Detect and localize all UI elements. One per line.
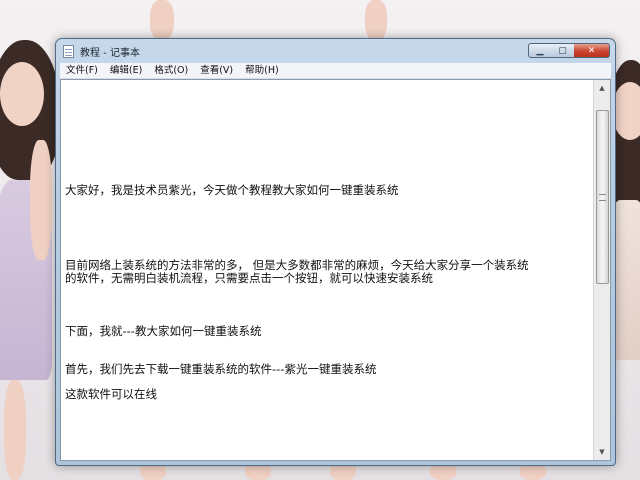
vertical-scrollbar[interactable]: ▲ ▼ xyxy=(593,80,610,460)
menu-file[interactable]: 文件(F) xyxy=(60,63,104,78)
maximize-button[interactable]: ▢ xyxy=(551,43,575,58)
text-line-3: 的软件，无需明白装机流程，只需要点击一个按钮，就可以快速安装系统 xyxy=(65,271,433,285)
wallpaper-figure-left-arm xyxy=(30,140,52,260)
scroll-thumb[interactable] xyxy=(596,110,609,284)
menu-help[interactable]: 帮助(H) xyxy=(239,63,285,78)
wallpaper-figure-left-leg xyxy=(4,380,26,480)
window-title: 教程 - 记事本 xyxy=(80,48,140,59)
menu-edit[interactable]: 编辑(E) xyxy=(104,63,148,78)
scroll-up-arrow[interactable]: ▲ xyxy=(594,80,610,96)
close-icon: ✕ xyxy=(587,45,596,56)
text-line-1: 大家好，我是技术员紫光，今天做个教程教大家如何一键重装系统 xyxy=(65,183,399,197)
wallpaper-figure-right-face xyxy=(612,82,640,140)
text-area[interactable]: 大家好，我是技术员紫光，今天做个教程教大家如何一键重装系统 目前网络上装系统的方… xyxy=(61,80,594,460)
menu-view[interactable]: 查看(V) xyxy=(194,63,239,78)
scroll-down-arrow[interactable]: ▼ xyxy=(594,444,610,460)
notepad-window: 教程 - 记事本 ▁ ▢ ✕ 文件(F) 编辑(E) 格式(O) 查看(V) 帮… xyxy=(55,38,616,466)
wallpaper-figure-left-face xyxy=(0,62,44,126)
text-line-6: 这款软件可以在线 xyxy=(65,387,157,401)
minimize-button[interactable]: ▁ xyxy=(528,43,552,58)
minimize-icon: ▁ xyxy=(536,45,544,56)
menu-format[interactable]: 格式(O) xyxy=(148,63,194,78)
notepad-icon[interactable] xyxy=(63,45,74,58)
text-line-4: 下面，我就---教大家如何一键重装系统 xyxy=(65,324,262,338)
wallpaper-leg-top-1 xyxy=(150,0,174,40)
scroll-grip-icon xyxy=(599,194,606,201)
menu-bar: 文件(F) 编辑(E) 格式(O) 查看(V) 帮助(H) xyxy=(60,63,611,79)
wallpaper-leg-top-2 xyxy=(365,0,387,40)
close-button[interactable]: ✕ xyxy=(574,43,610,58)
title-bar[interactable]: 教程 - 记事本 ▁ ▢ ✕ xyxy=(56,39,615,63)
maximize-icon: ▢ xyxy=(558,45,567,56)
text-line-5: 首先，我们先去下载一键重装系统的软件---紫光一键重装系统 xyxy=(65,362,377,376)
text-editor[interactable]: 大家好，我是技术员紫光，今天做个教程教大家如何一键重装系统 目前网络上装系统的方… xyxy=(60,79,611,461)
